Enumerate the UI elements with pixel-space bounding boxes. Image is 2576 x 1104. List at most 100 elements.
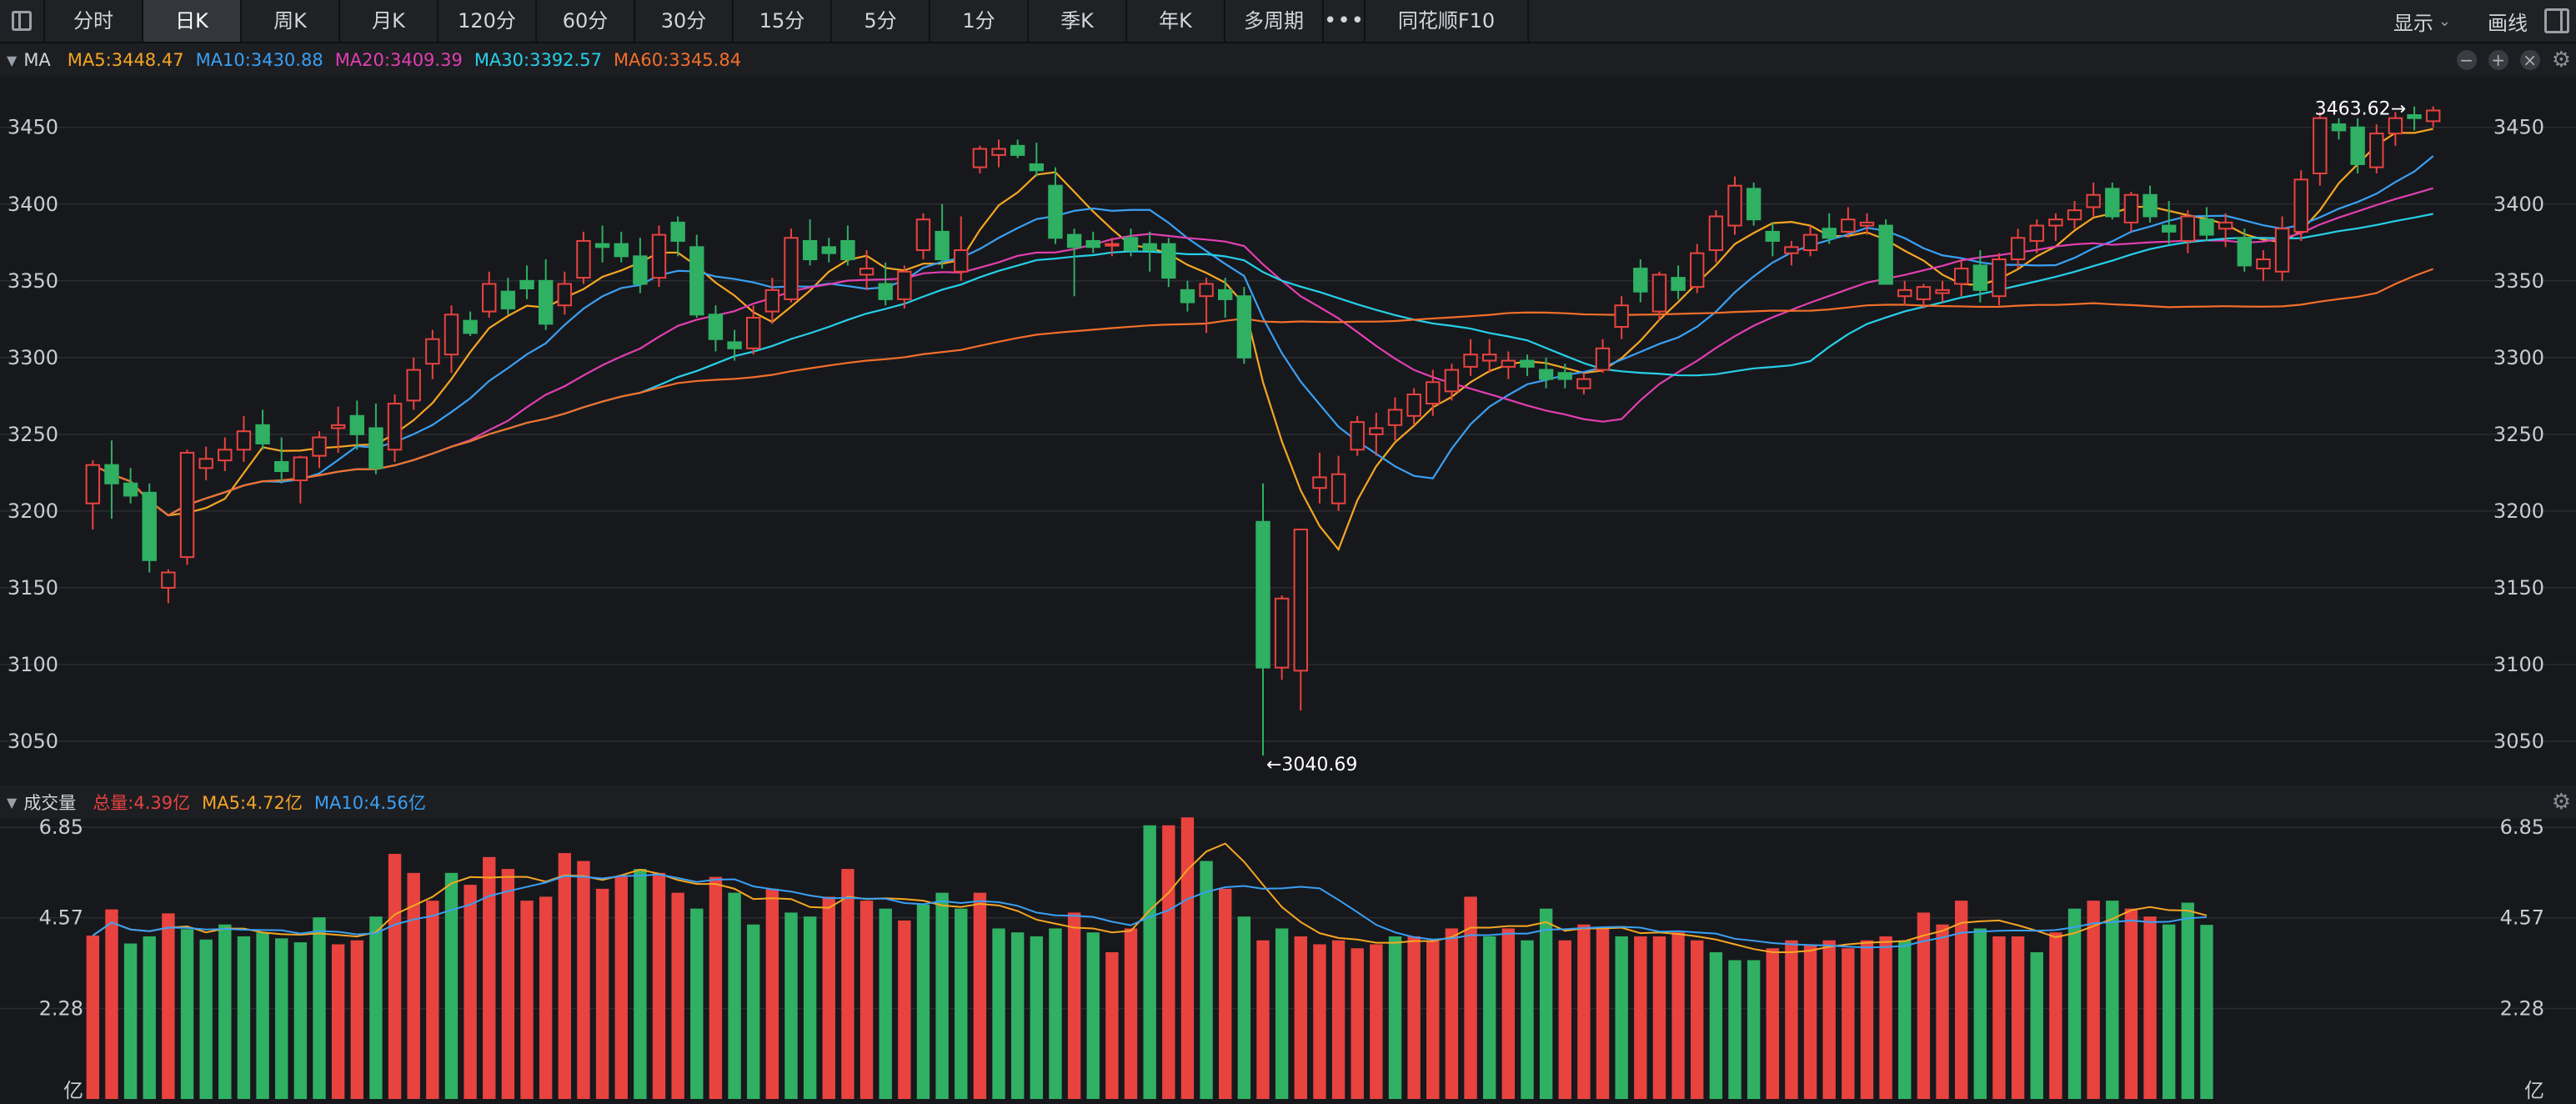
volume-bar [1162, 825, 1175, 1099]
volume-bar [935, 892, 949, 1099]
volume-bar [916, 904, 930, 1099]
f10-button[interactable]: 同花顺F10 [1366, 0, 1529, 42]
volume-bar [1973, 928, 1987, 1099]
tab-0[interactable]: 分时 [45, 0, 143, 42]
tab-1[interactable]: 日K [143, 0, 242, 42]
volume-bar [822, 896, 835, 1099]
ma-indicator-name[interactable]: MA [23, 50, 50, 70]
candle-body [651, 233, 667, 279]
tab-5[interactable]: 60分 [537, 0, 635, 42]
candle-body [1105, 243, 1120, 247]
volume-bar [388, 854, 402, 1099]
collapse-chevron-icon[interactable]: ▼ [7, 795, 17, 810]
tab-10[interactable]: 季K [1029, 0, 1127, 42]
vol_legend-item-2: MA10:4.56亿 [313, 793, 426, 813]
price-tick-right: 3400 [2493, 193, 2544, 216]
volume-bar [123, 943, 138, 1099]
price-tick-right: 3450 [2493, 116, 2544, 139]
panel-toggle-icon[interactable] [2544, 8, 2569, 33]
tab-3[interactable]: 月K [340, 0, 439, 42]
tab-9[interactable]: 1分 [930, 0, 1029, 42]
tab-2[interactable]: 周K [242, 0, 340, 42]
volume-bar [690, 908, 704, 1099]
candle-body [2425, 109, 2441, 123]
candle-body [1387, 409, 1403, 426]
volume-bar [1237, 916, 1251, 1099]
minus-icon[interactable]: − [2456, 50, 2477, 70]
volume-bar [1652, 936, 1666, 1099]
candle-body [727, 341, 742, 349]
volume-bar [256, 932, 269, 1099]
volume-bar [595, 888, 609, 1099]
tab-12[interactable]: 多周期 [1225, 0, 1324, 42]
candle-body [2218, 221, 2233, 230]
gear-icon[interactable]: ⚙ [2552, 790, 2571, 815]
volume-bar [1917, 912, 1931, 1099]
tab-8[interactable]: 5分 [832, 0, 930, 42]
period-toolbar: 分时 日K 周K 月K 120分 60分 30分 15分 5分 1分 季K 年K 多周期 ••• 同花顺F1… [0, 0, 2576, 43]
close-icon[interactable]: × [2519, 50, 2540, 70]
volume-bar [1351, 948, 1364, 1099]
volume-legend: ▼ 成交量 总量:4.39亿 MA5:4.72亿 MA10:4.56亿 ⚙ [0, 785, 2576, 819]
candle-body [935, 230, 950, 261]
tab-11[interactable]: 年K [1127, 0, 1225, 42]
volume-indicator-name[interactable]: 成交量 [23, 790, 76, 815]
candle-body [1538, 369, 1554, 380]
price-tick-right: 3250 [2493, 423, 2544, 446]
price-tick-right: 3200 [2493, 499, 2544, 523]
display-menu-label[interactable]: 显示 [2393, 7, 2433, 36]
volume-bar [784, 912, 798, 1099]
candle-body [1010, 144, 1025, 156]
volume-bar [464, 885, 477, 1099]
chevron-down-icon[interactable]: ⌄ [2438, 13, 2451, 30]
candle-body [142, 491, 157, 561]
ma_legend-item-1: MA10:3430.88 [195, 50, 323, 70]
volume-bar [1313, 944, 1326, 1099]
candle-body [915, 218, 931, 251]
kline-chart[interactable]: 3050 3050 3100 3100 3150 3150 3200 3200 3250 3250… [0, 0, 2576, 1104]
volume-bar [1954, 901, 1968, 1099]
tab-4[interactable]: 120分 [439, 0, 537, 42]
draw-line-button[interactable]: 画线 [2488, 7, 2528, 36]
candle-body [1274, 597, 1290, 669]
plus-icon[interactable]: + [2488, 50, 2508, 70]
gear-icon[interactable]: ⚙ [2552, 48, 2571, 73]
candle-body [878, 283, 893, 300]
volume-bar [577, 861, 590, 1099]
candle-body [406, 369, 421, 402]
candle-body [2331, 123, 2347, 132]
volume-bar [218, 924, 232, 1099]
sidebar-toggle-icon[interactable] [0, 0, 45, 42]
candle-body [1426, 381, 1441, 405]
candle-body [1085, 239, 1100, 248]
volume-bar [1842, 948, 1855, 1099]
volume-bar [1785, 940, 1798, 1099]
volume-bar [558, 853, 572, 1099]
candle-body [1293, 528, 1308, 672]
price-tick-right: 3300 [2493, 346, 2544, 369]
candle-body [519, 279, 534, 290]
more-periods-button[interactable]: ••• [1324, 0, 1366, 42]
candle-body [2029, 224, 2044, 242]
candle-body [2256, 258, 2271, 270]
volume-bar [992, 928, 1005, 1099]
price-tick-left: 3450 [8, 116, 58, 139]
volume-bar [1388, 936, 1402, 1099]
tab-7[interactable]: 15分 [734, 0, 832, 42]
volume-bar [369, 916, 383, 1099]
volume-bar [237, 936, 251, 1099]
collapse-chevron-icon[interactable]: ▼ [7, 53, 17, 68]
candle-body [2142, 193, 2158, 218]
candle-body [1255, 520, 1270, 669]
volume-bar [1558, 940, 1571, 1099]
candle-body [1444, 369, 1460, 393]
tab-6[interactable]: 30分 [635, 0, 734, 42]
volume-bar [199, 939, 213, 1099]
candle-body [123, 482, 138, 497]
volume-bar [1464, 896, 1477, 1099]
volume-bar [2087, 901, 2100, 1099]
candle-body [802, 239, 818, 261]
candle-body [1916, 286, 1932, 300]
volume-bar [652, 872, 666, 1099]
volume-bar [2106, 901, 2119, 1099]
